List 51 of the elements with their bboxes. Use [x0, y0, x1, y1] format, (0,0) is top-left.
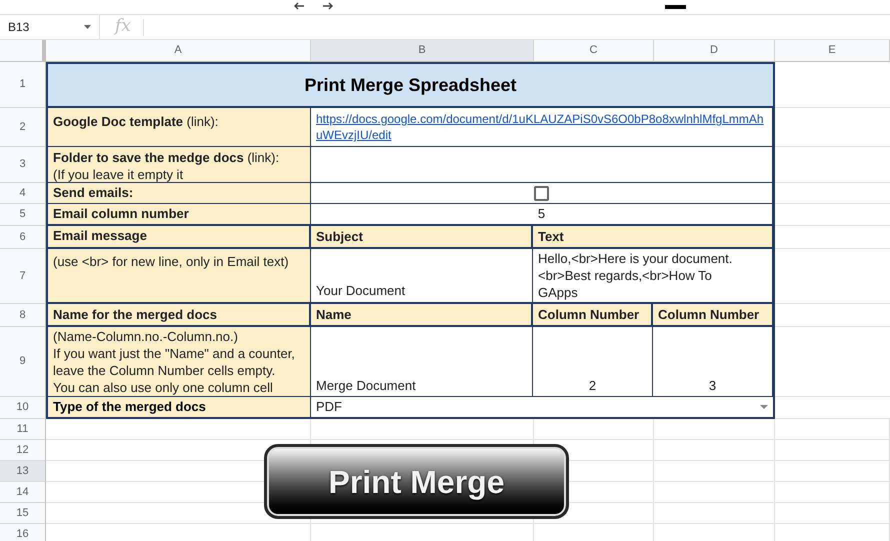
name-box[interactable]: B13 — [0, 15, 100, 39]
column-heading: Name — [316, 306, 352, 324]
column-heading: Column Number — [538, 306, 640, 324]
row-header[interactable]: 2 — [0, 108, 45, 147]
cell-value: Merge Document — [316, 376, 416, 395]
column-header[interactable]: C — [534, 40, 654, 61]
column-heading: Column Number — [658, 306, 760, 324]
checkbox[interactable] — [534, 186, 549, 200]
function-label: fx — [115, 15, 131, 38]
column-header[interactable]: D — [654, 40, 775, 61]
redo-icon[interactable] — [322, 2, 334, 10]
cell-label: Send emails: — [53, 184, 134, 202]
cell-value: Hello,<br>Here is your document.<br>Best regards,<br>How To GApps — [538, 250, 734, 301]
row-header[interactable]: 16 — [0, 524, 45, 541]
row-header[interactable]: 7 — [0, 249, 45, 304]
caret-icon — [84, 25, 91, 29]
cell-value: 3 — [708, 376, 716, 394]
cell-value: 5 — [538, 205, 546, 224]
row-header[interactable]: 3 — [0, 147, 45, 183]
row-header[interactable]: 5 — [0, 204, 45, 226]
row-header[interactable]: 6 — [0, 226, 45, 249]
undo-icon[interactable] — [293, 2, 305, 10]
cell-value: 2 — [588, 376, 596, 394]
row-header[interactable]: 15 — [0, 503, 45, 524]
row-header[interactable]: 10 — [0, 397, 45, 419]
row-header[interactable]: 13 — [0, 461, 45, 482]
cell-value: Your Document — [316, 282, 406, 300]
caret-icon — [760, 405, 768, 409]
template-link[interactable]: https://docs.google.com/document/d/1uKLAUZAPiS0vS6O0bP8o8xwlnhlMfgLmmAhuWEvzjIU/edit — [316, 111, 767, 143]
type-dropdown[interactable]: PDF — [311, 397, 773, 417]
cell-label: Folder to save the medge docs (link): (If you leave it empty it — [53, 149, 280, 183]
column-heading: Subject — [316, 228, 363, 246]
cell-label: Google Doc template (link): — [53, 113, 218, 131]
cell-label: Name for the merged docs — [53, 306, 217, 324]
row-header[interactable]: 11 — [0, 419, 45, 440]
row-header[interactable]: 9 — [0, 327, 45, 397]
cell-hint: (Name-Column.no.-Column.no.) If you want just the "Name" and a counter, leave the Column Number cells empty. You can also use only one column cell — [53, 328, 295, 396]
column-header[interactable]: B — [311, 40, 534, 61]
row-header[interactable]: 1 — [0, 62, 45, 108]
column-heading: Text — [538, 228, 564, 246]
row-header[interactable]: 8 — [0, 304, 45, 327]
text-color-swatch[interactable] — [665, 5, 686, 9]
cell-hint: (use <br> for new line, only in Email text) — [53, 253, 289, 271]
print-merge-button[interactable]: Print Merge — [264, 444, 569, 519]
cell-label: Email message — [53, 226, 147, 245]
cell-label: Email column number — [53, 205, 189, 224]
row-header[interactable]: 4 — [0, 183, 45, 204]
column-header[interactable]: E — [775, 40, 890, 61]
cell-label: Type of the merged docs — [53, 398, 206, 416]
row-header[interactable]: 14 — [0, 482, 45, 503]
sheet-title: Print Merge Spreadsheet — [304, 74, 517, 97]
